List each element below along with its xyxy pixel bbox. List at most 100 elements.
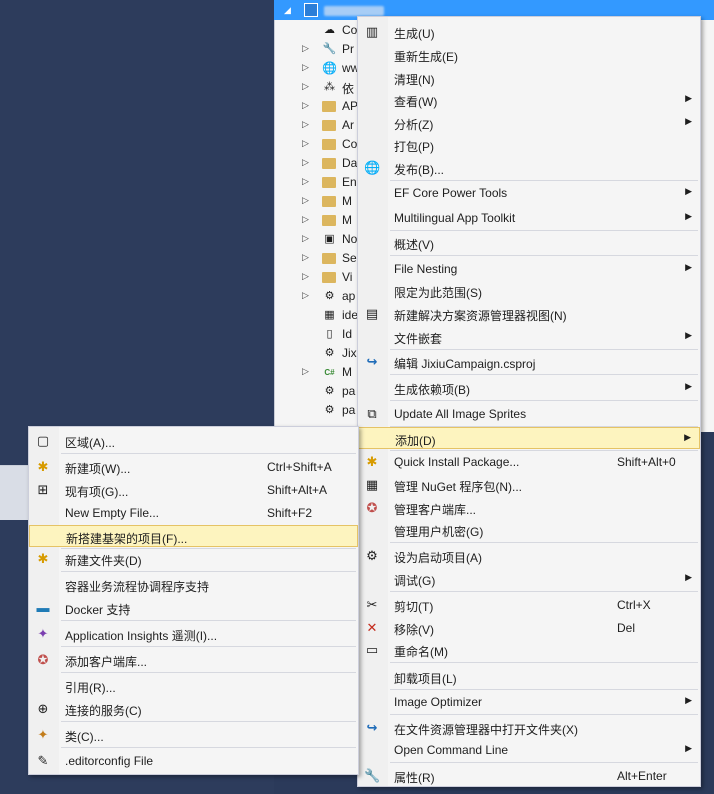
menu-item-item[interactable]: ✪ 添加客户端库... — [29, 649, 358, 671]
tree-item[interactable]: ▦ ide — [274, 306, 364, 325]
menu-item-t[interactable]: ✂ 剪切(T) Ctrl+X — [358, 594, 700, 616]
tree-item[interactable]: ▷ En — [274, 173, 364, 192]
menu-item-nuget-n[interactable]: ▦ 管理 NuGet 程序包(N)... — [358, 474, 700, 496]
menu-item-label: 移除(V) — [394, 623, 434, 637]
menu-item-v[interactable]: 概述(V) — [358, 232, 700, 254]
menu-item-ef-core-power-tools[interactable]: EF Core Power Tools ▶ — [358, 182, 700, 204]
menu-item-l[interactable]: 卸载项目(L) — [358, 666, 700, 688]
menu-item-docker[interactable]: ▬ Docker 支持 — [29, 597, 358, 619]
expand-arrow-icon[interactable]: ▷ — [302, 233, 309, 244]
menu-item-b[interactable]: 🌐 发布(B)... — [358, 157, 700, 179]
tree-item[interactable]: ▷ Ar — [274, 116, 364, 135]
connected-service-icon: ⊕ — [37, 701, 49, 716]
menu-item-z[interactable]: 分析(Z) ▶ — [358, 112, 700, 134]
menu-item-f[interactable]: 新搭建基架的项目(F)... — [29, 525, 358, 547]
menu-item-r[interactable]: 引用(R)... — [29, 675, 358, 697]
menu-item-x[interactable]: ↪ 在文件资源管理器中打开文件夹(X) — [358, 717, 700, 739]
tree-item[interactable]: ▷ ⚙ ap — [274, 287, 364, 306]
menu-item-quick-install-package[interactable]: ✱ Quick Install Package... Shift+Alt+0 — [358, 451, 700, 473]
collapse-arrow-icon[interactable]: ◢ — [284, 5, 291, 16]
expand-arrow-icon[interactable]: ▷ — [302, 62, 309, 73]
expand-arrow-icon[interactable]: ▷ — [302, 138, 309, 149]
tree-item[interactable]: ⚙ Jix — [274, 344, 364, 363]
menu-item-s[interactable]: 限定为此范围(S) — [358, 280, 700, 302]
expand-arrow-icon[interactable]: ▷ — [302, 119, 309, 130]
menu-item-r[interactable]: 🔧 属性(R) Alt+Enter — [358, 765, 700, 787]
tree-item[interactable]: ▷ M — [274, 211, 364, 230]
menu-item-label: 剪切(T) — [394, 600, 434, 614]
menu-item-b[interactable]: 生成依赖项(B) ▶ — [358, 377, 700, 399]
project-icon — [304, 3, 318, 17]
menu-item-w[interactable]: 查看(W) ▶ — [358, 89, 700, 111]
folder-icon — [322, 196, 336, 207]
expand-arrow-icon[interactable]: ▷ — [302, 252, 309, 263]
tree-item[interactable]: ⚙ pa — [274, 382, 364, 401]
expand-arrow-icon[interactable]: ▷ — [302, 100, 309, 111]
menu-item-c[interactable]: ⊕ 连接的服务(C) — [29, 698, 358, 720]
expand-arrow-icon[interactable]: ▷ — [302, 157, 309, 168]
submenu-arrow-icon: ▶ — [685, 93, 692, 103]
tree-item[interactable]: ▷ M — [274, 192, 364, 211]
menu-item-w[interactable]: ✱ 新建项(W)... Ctrl+Shift+A — [29, 456, 358, 478]
menu-item-item[interactable]: 容器业务流程协调程序支持 — [29, 574, 358, 596]
menu-item-update-all-image-sprites[interactable]: ⧉ Update All Image Sprites — [358, 403, 700, 425]
menu-item-g[interactable]: ⊞ 现有项(G)... Shift+Alt+A — [29, 479, 358, 501]
tree-item[interactable]: ▷ 🔧 Pr — [274, 40, 364, 59]
tree-item[interactable]: ▷ Da — [274, 154, 364, 173]
menu-item-n[interactable]: 清理(N) — [358, 67, 700, 89]
menu-separator — [390, 762, 698, 763]
tree-item[interactable]: ▷ AP — [274, 97, 364, 116]
menu-item-multilingual-app-toolkit[interactable]: Multilingual App Toolkit ▶ — [358, 207, 700, 229]
tree-item[interactable]: ⚙ pa — [274, 401, 364, 420]
menu-item-shortcut: Ctrl+X — [617, 598, 651, 612]
tree-item[interactable]: ☁ Co — [274, 21, 364, 40]
expand-arrow-icon[interactable]: ▷ — [302, 271, 309, 282]
menu-item-editorconfig-file[interactable]: ✎ .editorconfig File — [29, 750, 358, 772]
expand-arrow-icon[interactable]: ▷ — [302, 195, 309, 206]
menu-item-p[interactable]: 打包(P) — [358, 134, 700, 156]
tree-item[interactable]: ▷ Se — [274, 249, 364, 268]
expand-arrow-icon[interactable]: ▷ — [302, 43, 309, 54]
tree-item[interactable]: ▷ ▣ No — [274, 230, 364, 249]
menu-item-label: 编辑 JixiuCampaign.csproj — [394, 357, 536, 371]
menu-item-item[interactable]: ✪ 管理客户端库... — [358, 497, 700, 519]
expand-arrow-icon[interactable]: ▷ — [302, 214, 309, 225]
menu-item-e[interactable]: 重新生成(E) — [358, 44, 700, 66]
json-icon: ⚙ — [324, 290, 335, 302]
menu-item-n[interactable]: ▤ 新建解决方案资源管理器视图(N) — [358, 303, 700, 325]
menu-item-open-command-line[interactable]: Open Command Line ▶ — [358, 739, 700, 761]
cloud-icon: ☁ — [324, 24, 335, 36]
tree-item[interactable]: ▷ C# M — [274, 363, 364, 382]
menu-item-new-empty-file[interactable]: New Empty File... Shift+F2 — [29, 502, 358, 524]
menu-item-d[interactable]: 添加(D) ▶ — [358, 427, 700, 449]
globe-icon: 🌐 — [322, 61, 337, 75]
menu-item-d[interactable]: ✱ 新建文件夹(D) — [29, 548, 358, 570]
menu-item-c[interactable]: ✦ 类(C)... — [29, 724, 358, 746]
menu-item-u[interactable]: ▥ 生成(U) — [358, 21, 700, 43]
menu-item-image-optimizer[interactable]: Image Optimizer ▶ — [358, 691, 700, 713]
menu-item-a[interactable]: ⚙ 设为启动项目(A) — [358, 545, 700, 567]
tree-item[interactable]: ▷ 🌐 ww — [274, 59, 364, 78]
menu-item-label: 重新生成(E) — [394, 50, 458, 64]
tree-item[interactable]: ▯ Id — [274, 325, 364, 344]
tree-item[interactable]: ▷ ⁂ 依 — [274, 78, 364, 97]
menu-item-application-insights-i[interactable]: ✦ Application Insights 遥测(I)... — [29, 623, 358, 645]
menu-item-jixiucampaign-csproj[interactable]: ↪ 编辑 JixiuCampaign.csproj — [358, 351, 700, 373]
expand-arrow-icon[interactable]: ▷ — [302, 366, 309, 377]
menu-separator — [61, 672, 356, 673]
menu-item-v[interactable]: ✕ 移除(V) Del — [358, 617, 700, 639]
expand-arrow-icon[interactable]: ▷ — [302, 81, 309, 92]
expand-arrow-icon[interactable]: ▷ — [302, 290, 309, 301]
menu-item-a[interactable]: ▢ 区域(A)... — [29, 430, 358, 452]
expand-arrow-icon[interactable]: ▷ — [302, 176, 309, 187]
json-icon: ⚙ — [324, 385, 335, 397]
menu-item-g[interactable]: 管理用户机密(G) — [358, 519, 700, 541]
menu-item-file-nesting[interactable]: File Nesting ▶ — [358, 258, 700, 280]
tree-item[interactable]: ▷ Vi — [274, 268, 364, 287]
menu-item-m[interactable]: ▭ 重命名(M) — [358, 639, 700, 661]
project-name-blurred — [324, 6, 384, 16]
menu-item-item[interactable]: 文件嵌套 ▶ — [358, 326, 700, 348]
folder-icon — [322, 139, 336, 150]
menu-item-g[interactable]: 调试(G) ▶ — [358, 568, 700, 590]
tree-item[interactable]: ▷ Co — [274, 135, 364, 154]
